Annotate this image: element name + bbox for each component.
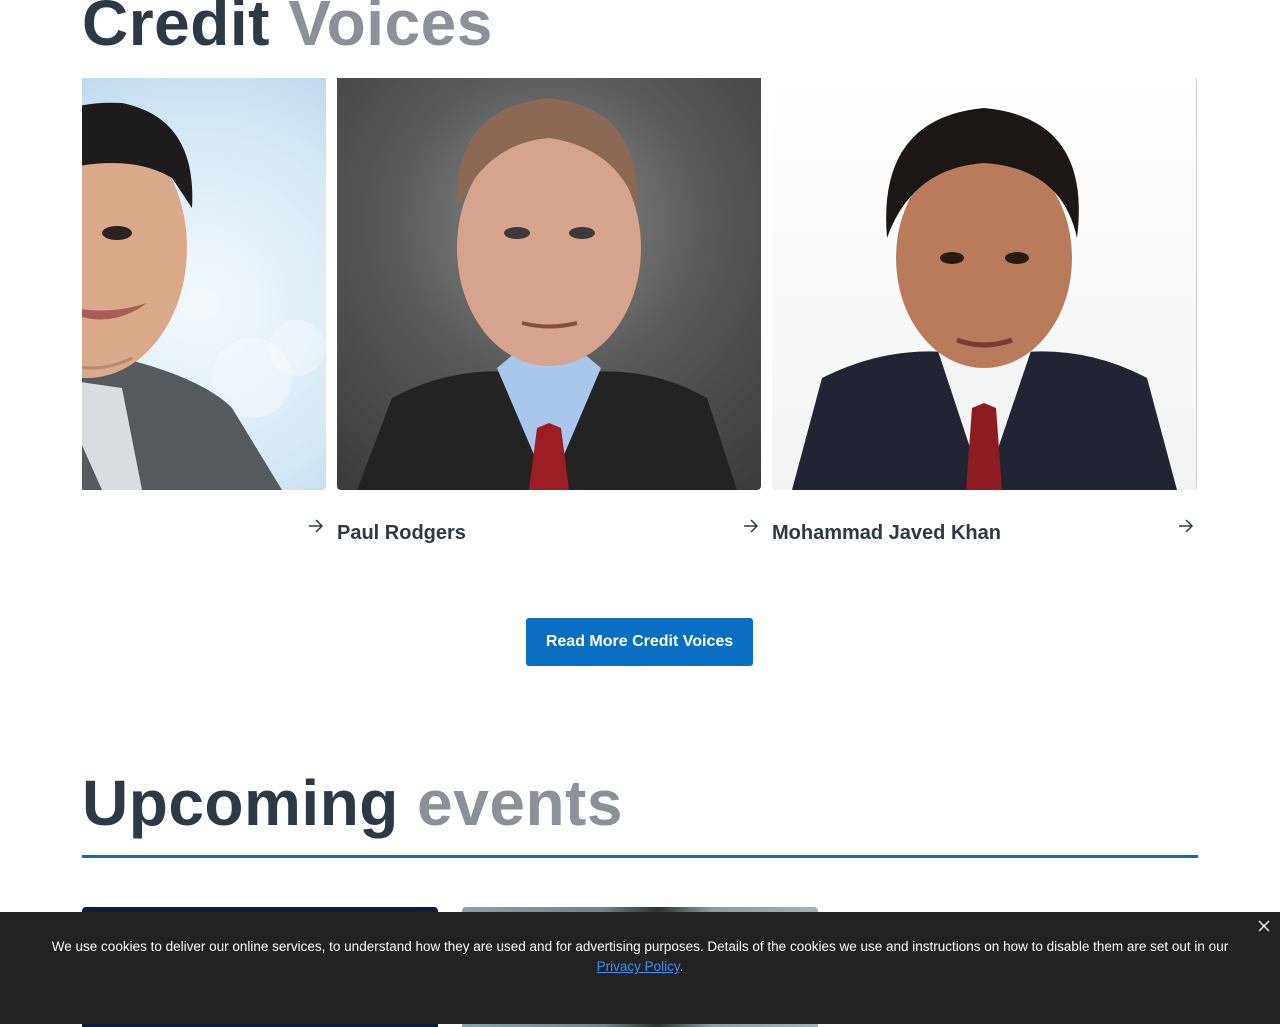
upcoming-events-title-light: events [417,767,623,839]
portrait-photo[interactable] [82,78,326,490]
privacy-policy-link[interactable]: Privacy Policy [597,959,680,974]
portrait-photo[interactable] [337,78,761,490]
portrait-illustration [82,102,325,490]
cookie-text-end: . [679,959,684,974]
close-icon[interactable] [1256,918,1272,934]
cookie-banner: We use cookies to deliver our online ser… [0,912,1280,1024]
read-more-credit-voices-button[interactable]: Read More Credit Voices [526,618,753,666]
upcoming-events-title: Upcoming events [82,771,623,835]
portrait-photo[interactable] [772,78,1197,490]
arrow-right-icon[interactable] [308,518,324,534]
events-divider [82,855,1198,858]
cookie-message: We use cookies to deliver our online ser… [30,937,1250,977]
credit-voices-title-strong: Credit [82,0,270,59]
credit-voices-title-light: Voices [288,0,493,59]
portrait-illustration [357,98,737,490]
credit-voice-name[interactable]: Mohammad Javed Khan [772,522,1001,545]
arrow-right-icon[interactable] [743,518,759,534]
portrait-illustration [792,108,1177,490]
credit-voice-card[interactable] [82,78,326,548]
credit-voices-carousel: Paul Rodgers Mohammad Javed Khan [82,78,1198,548]
credit-voice-card[interactable]: Mohammad Javed Khan [772,78,1197,548]
credit-voices-title: Credit Voices [82,0,493,55]
credit-voice-card[interactable]: Paul Rodgers [337,78,761,548]
upcoming-events-title-strong: Upcoming [82,767,399,839]
cookie-text: We use cookies to deliver our online ser… [51,939,1229,954]
arrow-right-icon[interactable] [1178,518,1194,534]
credit-voice-name[interactable]: Paul Rodgers [337,522,466,545]
